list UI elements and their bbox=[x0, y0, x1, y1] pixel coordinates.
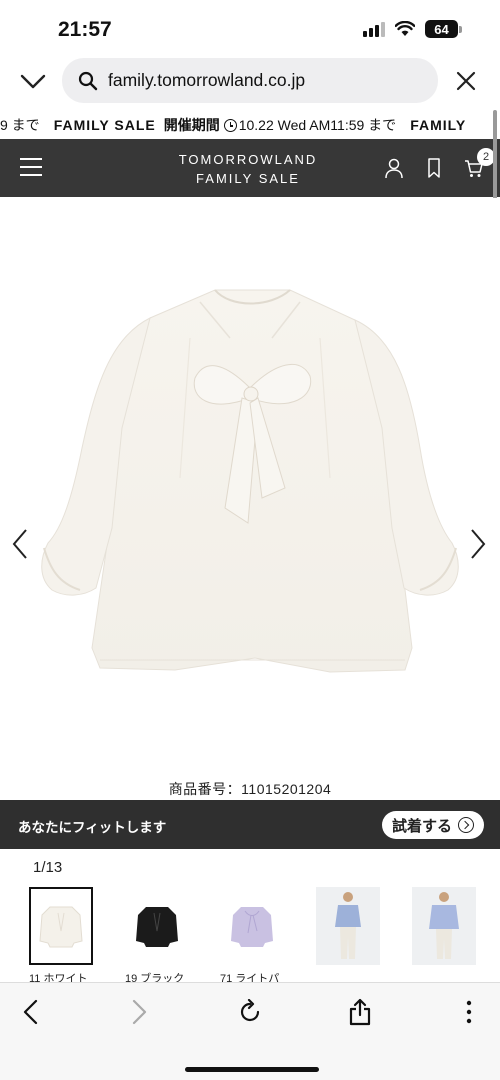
product-sku: 商品番号：11015201204 bbox=[168, 781, 332, 797]
back-button[interactable] bbox=[16, 997, 46, 1027]
more-options-button[interactable] bbox=[454, 997, 484, 1027]
home-indicator bbox=[185, 1067, 319, 1072]
previous-image-arrow-icon[interactable] bbox=[10, 528, 30, 560]
image-counter: 1/13 bbox=[33, 859, 63, 876]
cellular-signal-icon bbox=[363, 21, 385, 37]
battery-level: 64 bbox=[425, 20, 458, 38]
logo-line2: FAMILY SALE bbox=[196, 171, 300, 186]
try-on-label: 試着する bbox=[391, 817, 452, 835]
status-bar: 21:57 64 bbox=[0, 0, 500, 60]
forward-button[interactable] bbox=[124, 997, 154, 1027]
search-icon bbox=[78, 71, 98, 90]
user-icon[interactable] bbox=[384, 157, 404, 179]
white-blouse-thumbnail-icon bbox=[39, 906, 83, 948]
site-header: TOMORROWLAND FAMILY SALE 2 bbox=[0, 139, 500, 197]
menu-icon[interactable] bbox=[20, 158, 42, 176]
chevron-right-circle-icon bbox=[458, 817, 474, 833]
fit-text: あなたにフィットします bbox=[18, 820, 167, 835]
close-icon[interactable] bbox=[452, 67, 480, 95]
chevron-down-icon[interactable] bbox=[18, 66, 48, 96]
next-image-arrow-icon[interactable] bbox=[468, 528, 488, 560]
site-logo[interactable]: TOMORROWLAND FAMILY SALE bbox=[148, 150, 348, 188]
thumbnail-label: 71 ライトパ bbox=[220, 973, 280, 982]
thumbnail-model-2[interactable] bbox=[412, 887, 476, 970]
thumbnail-label: 19 ブラック bbox=[125, 973, 185, 982]
url-text: family.tomorrowland.co.jp bbox=[108, 70, 306, 90]
wifi-icon bbox=[395, 21, 415, 36]
header-actions: 2 bbox=[384, 139, 495, 197]
address-bar[interactable]: family.tomorrowland.co.jp bbox=[62, 58, 438, 103]
thumbnail-model-1[interactable] bbox=[316, 887, 380, 970]
back-arrow-icon bbox=[23, 999, 38, 1025]
marquee-tail: FAMILY bbox=[410, 117, 467, 133]
browser-toolbar bbox=[0, 982, 500, 1080]
marquee-date: 10.22 Wed AM11:59 まで bbox=[238, 117, 397, 133]
share-icon bbox=[349, 998, 371, 1026]
black-blouse-thumbnail-icon bbox=[136, 907, 178, 947]
marquee-period-label: 開催期間 bbox=[163, 117, 220, 133]
clock-icon bbox=[223, 118, 237, 132]
marquee-lead: 9 まで bbox=[0, 117, 40, 133]
model-photo-icon bbox=[429, 892, 459, 959]
model-photo-icon bbox=[335, 892, 361, 959]
reload-button[interactable] bbox=[235, 997, 265, 1027]
thumbnail-white[interactable]: 11 ホワイト bbox=[29, 887, 93, 982]
lavender-blouse-thumbnail-icon bbox=[231, 907, 273, 947]
status-time: 21:57 bbox=[58, 18, 112, 41]
blouse-image bbox=[41, 289, 459, 673]
thumbnail-label: 11 ホワイト bbox=[29, 973, 88, 982]
fit-banner: あなたにフィットします 試着する bbox=[0, 800, 500, 849]
thumbnail-black[interactable]: 19 ブラック bbox=[125, 887, 189, 982]
thumbnail-strip: 11 ホワイト 19 ブラック 71 ライトパ bbox=[0, 887, 500, 982]
share-button[interactable] bbox=[345, 997, 375, 1027]
sale-marquee: 9 まで FAMILY SALE 開催期間 10.22 Wed AM11:59 … bbox=[0, 112, 500, 138]
product-image[interactable] bbox=[0, 198, 500, 773]
thumbnail-lightpurple[interactable]: 71 ライトパ bbox=[220, 887, 284, 982]
battery-icon: 64 bbox=[425, 20, 462, 38]
try-on-button[interactable]: 試着する bbox=[382, 811, 484, 839]
marquee-sale-title: FAMILY SALE bbox=[53, 117, 156, 133]
forward-arrow-icon bbox=[132, 999, 147, 1025]
status-icons: 64 bbox=[363, 20, 462, 38]
bookmark-icon[interactable] bbox=[424, 157, 444, 179]
reload-icon bbox=[240, 999, 260, 1022]
logo-line1: TOMORROWLAND bbox=[178, 152, 318, 167]
browser-url-row: family.tomorrowland.co.jp bbox=[0, 58, 500, 106]
more-vertical-icon bbox=[466, 1000, 472, 1024]
cart-button[interactable]: 2 bbox=[464, 148, 495, 179]
